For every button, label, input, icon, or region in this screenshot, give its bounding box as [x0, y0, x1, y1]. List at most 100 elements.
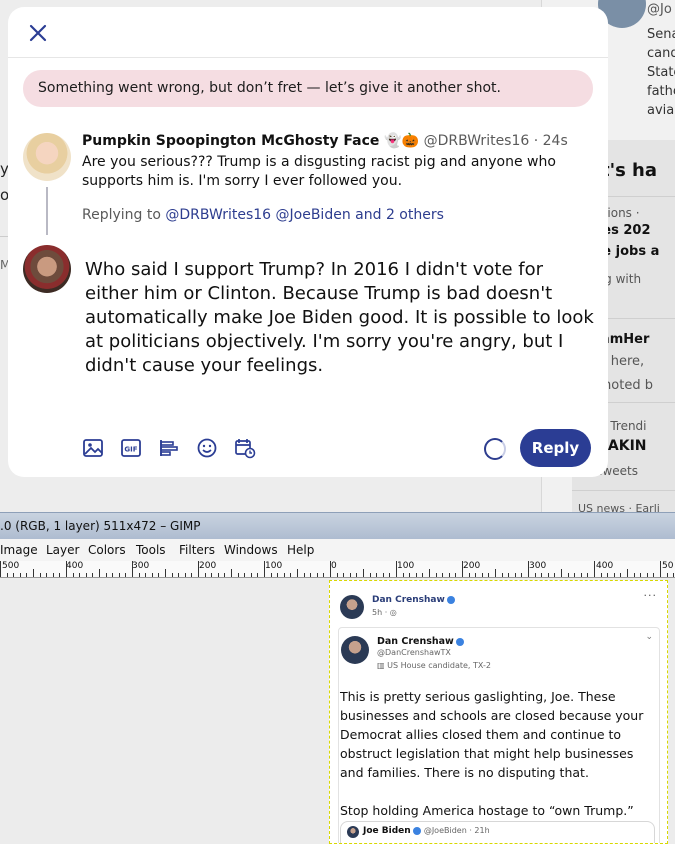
- reply-button[interactable]: Reply: [520, 429, 591, 467]
- ruler-tick: [634, 573, 635, 577]
- tweet-avatar: [341, 636, 369, 664]
- ruler-tick: [502, 573, 503, 577]
- ruler-tick: [442, 573, 443, 577]
- ruler-tick: [376, 573, 377, 577]
- close-button[interactable]: [23, 18, 53, 48]
- ruler-tick: [581, 573, 582, 577]
- ruler-tick: [508, 573, 509, 577]
- ruler-label: 300: [529, 561, 547, 571]
- ruler-tick: [389, 573, 390, 577]
- menu-windows[interactable]: Windows: [224, 539, 278, 561]
- ruler-tick: [640, 573, 641, 577]
- ruler-tick: [264, 561, 265, 577]
- poster-avatar: [340, 595, 364, 619]
- ruler-tick: [205, 573, 206, 577]
- ruler-tick: [26, 573, 27, 577]
- ruler-tick: [231, 569, 232, 577]
- ruler-tick: [469, 573, 470, 577]
- ruler-tick: [647, 573, 648, 577]
- ruler-tick: [462, 561, 463, 577]
- emoji-button[interactable]: [195, 435, 219, 461]
- ruler-tick: [145, 573, 146, 577]
- ruler-tick: [330, 561, 331, 577]
- menu-image[interactable]: Image: [0, 539, 38, 561]
- menu-tools[interactable]: Tools: [136, 539, 166, 561]
- ruler-tick: [607, 573, 608, 577]
- ruler-tick: [317, 573, 318, 577]
- replying-to-targets[interactable]: @DRBWrites16 @JoeBiden and 2 others: [165, 207, 444, 223]
- gimp-menu-bar: Image Layer Colors Tools Filters Windows…: [0, 539, 675, 561]
- ruler-tick: [653, 573, 654, 577]
- profile-handle: @Jo: [647, 2, 672, 17]
- profile-bio: Sena cand State fathe avia: [647, 27, 675, 118]
- ruler-tick: [53, 573, 54, 577]
- ruler-tick: [46, 573, 47, 577]
- ruler-tick: [495, 569, 496, 577]
- trend-meta[interactable]: US news · Earli: [578, 502, 660, 512]
- ruler-tick: [475, 573, 476, 577]
- ruler-tick: [139, 573, 140, 577]
- ruler-tick: [594, 561, 595, 577]
- tweet-handle: @DanCrenshawTX: [377, 648, 451, 657]
- ruler-tick: [59, 573, 60, 577]
- original-author-avatar[interactable]: [23, 133, 71, 181]
- replying-to-line: Replying to @DRBWrites16 @JoeBiden and 2…: [82, 207, 444, 223]
- ruler-tick: [403, 573, 404, 577]
- menu-colors[interactable]: Colors: [88, 539, 126, 561]
- menu-help[interactable]: Help: [287, 539, 314, 561]
- ruler-tick: [165, 569, 166, 577]
- ruler-tick: [86, 573, 87, 577]
- menu-filters[interactable]: Filters: [179, 539, 215, 561]
- reply-dialog: Something went wrong, but don’t fret — l…: [8, 7, 608, 477]
- more-options-icon: ···: [643, 589, 657, 602]
- emoji-icon: [197, 438, 217, 458]
- reply-textbox[interactable]: Who said I support Trump? In 2016 I didn…: [85, 258, 600, 378]
- ruler-tick: [515, 573, 516, 577]
- poster-name: Dan Crenshaw: [372, 595, 455, 605]
- poster-time: 5h · ◎: [372, 608, 397, 617]
- ruler-tick: [601, 573, 602, 577]
- left-divider: [0, 236, 8, 237]
- quote-avatar: [347, 826, 359, 838]
- media-button[interactable]: [81, 435, 105, 461]
- tweet-label: ▥ US House candidate, TX-2: [377, 661, 491, 670]
- ruler-tick: [112, 573, 113, 577]
- ruler-tick: [211, 573, 212, 577]
- schedule-button[interactable]: [233, 435, 257, 461]
- poll-button[interactable]: [157, 435, 181, 461]
- ruler-tick: [224, 573, 225, 577]
- gimp-title-bar[interactable]: .0 (RGB, 1 layer) 511x472 – GIMP: [0, 512, 675, 539]
- original-tweet-text: Are you serious??? Trump is a disgusting…: [82, 154, 556, 189]
- ruler-tick: [370, 573, 371, 577]
- image-layer[interactable]: Dan Crenshaw 5h · ◎ ··· Dan Crenshaw @Da…: [329, 580, 668, 844]
- ruler-tick: [667, 573, 668, 577]
- ruler-label: 400: [596, 561, 614, 571]
- ruler-tick: [33, 569, 34, 577]
- ruler-tick: [409, 573, 410, 577]
- ruler-label: 500: [2, 561, 20, 571]
- ruler-tick: [627, 569, 628, 577]
- ruler-tick: [251, 573, 252, 577]
- ruler-tick: [587, 573, 588, 577]
- original-author-name[interactable]: Pumpkin Spoopington McGhosty Face 👻🎃: [82, 133, 419, 149]
- ruler-tick: [383, 573, 384, 577]
- ruler-tick: [191, 573, 192, 577]
- verified-icon: [446, 595, 455, 604]
- ruler-tick: [356, 573, 357, 577]
- menu-layer[interactable]: Layer: [46, 539, 79, 561]
- ruler-tick: [343, 573, 344, 577]
- ruler-tick: [304, 573, 305, 577]
- ruler-tick: [488, 573, 489, 577]
- ruler-tick: [73, 573, 74, 577]
- thread-connector: [46, 187, 48, 235]
- ruler-tick: [119, 573, 120, 577]
- ruler-tick: [7, 573, 8, 577]
- ruler-tick: [297, 569, 298, 577]
- ruler-tick: [554, 573, 555, 577]
- image-icon: [83, 439, 103, 457]
- horizontal-ruler[interactable]: 500 400 300 200 100 0 100 200 300 400 50: [0, 561, 675, 578]
- ruler-tick: [548, 573, 549, 577]
- svg-text:GIF: GIF: [124, 446, 137, 454]
- gif-button[interactable]: GIF: [119, 435, 143, 461]
- original-tweet-header: Pumpkin Spoopington McGhosty Face 👻🎃 @DR…: [82, 133, 568, 149]
